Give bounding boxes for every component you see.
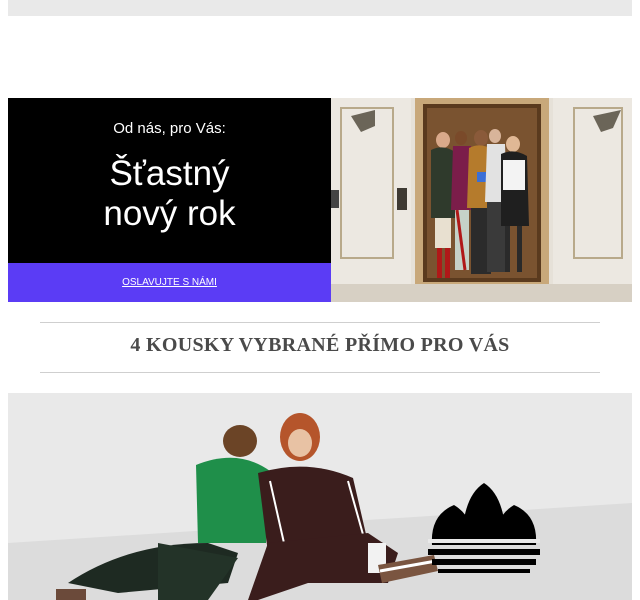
section-title: 4 KOUSKY VYBRANÉ PŘÍMO PRO VÁS [130, 334, 510, 356]
new-year-banner: Od nás, pro Vás: Šťastný nový rok OSLAVU… [8, 98, 632, 302]
celebrate-button[interactable]: OSLAVUJTE S NÁMI [8, 263, 331, 302]
adidas-product-photo[interactable] [8, 393, 632, 600]
section-bottom-rule [40, 372, 600, 373]
adidas-product-illustration [8, 393, 632, 600]
celebrate-link[interactable]: OSLAVUJTE S NÁMI [122, 277, 217, 288]
banner-subtitle: Od nás, pro Vás: [113, 120, 226, 137]
banner-title-line-1: Šťastný [109, 154, 230, 193]
banner-title-line-2: nový rok [103, 194, 236, 233]
banner-title: Šťastný nový rok [8, 154, 331, 234]
section-top-rule [40, 322, 600, 323]
elevator-photo[interactable] [331, 98, 632, 302]
elevator-scene-illustration [331, 98, 632, 302]
top-divider-bar [8, 0, 632, 16]
banner-text-panel: Od nás, pro Vás: Šťastný nový rok OSLAVU… [8, 98, 331, 302]
